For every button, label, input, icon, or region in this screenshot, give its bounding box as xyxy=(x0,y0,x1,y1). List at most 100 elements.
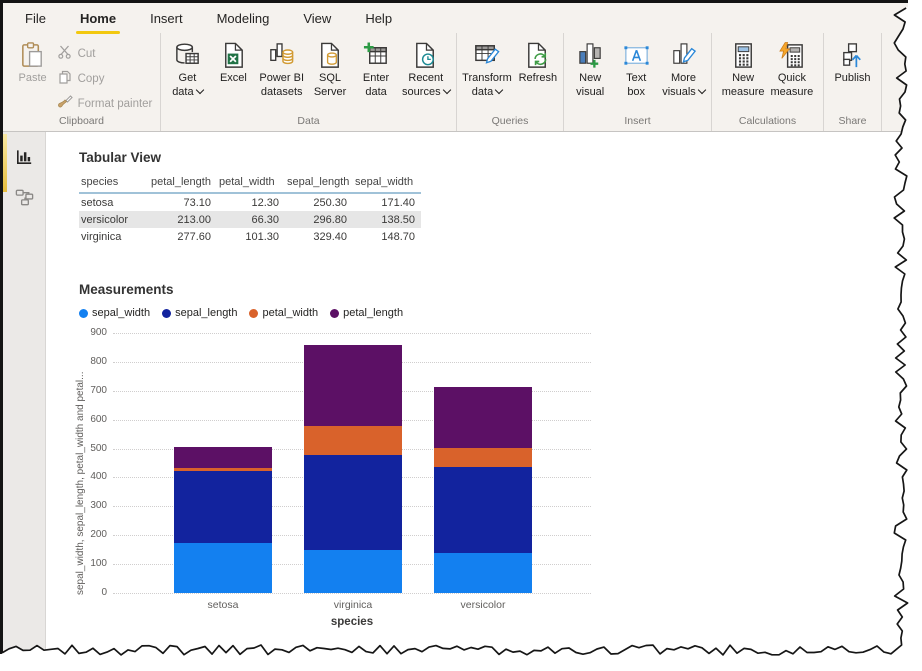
recent-sources-button[interactable]: Recentsources xyxy=(400,38,452,100)
refresh-button[interactable]: Refresh xyxy=(516,38,560,87)
enter-data-label: Enterdata xyxy=(363,72,389,99)
paste-button[interactable]: Paste xyxy=(11,38,55,87)
legend-item-petal_length[interactable]: petal_length xyxy=(330,307,403,319)
cell-value: 329.40 xyxy=(285,228,353,245)
bar-virginica-petal_width[interactable] xyxy=(304,426,402,455)
format-painter-button[interactable]: Format painter xyxy=(57,94,153,113)
y-tick-label: 800 xyxy=(79,356,107,367)
chevron-down-icon xyxy=(442,85,450,93)
table-row-virginica[interactable]: virginica277.60101.30329.40148.70 xyxy=(79,228,421,245)
column-header-sepal_width[interactable]: sepal_width xyxy=(353,173,421,193)
cell-value: 73.10 xyxy=(149,193,217,211)
transform-data-icon xyxy=(473,39,502,72)
table-row-setosa[interactable]: setosa73.1012.30250.30171.40 xyxy=(79,193,421,211)
enter-data-button[interactable]: Enterdata xyxy=(354,38,398,100)
legend-item-sepal_length[interactable]: sepal_length xyxy=(162,307,237,319)
excel-button[interactable]: Excel xyxy=(211,38,255,87)
format-painter-label: Format painter xyxy=(78,98,153,110)
bar-setosa-sepal_width[interactable] xyxy=(174,543,272,593)
menu-tab-view[interactable]: View xyxy=(301,9,333,28)
text-box-button[interactable]: Textbox xyxy=(614,38,658,100)
sidebar-item-model-view[interactable] xyxy=(3,181,45,219)
cell-value: 101.30 xyxy=(217,228,285,245)
app-body: Tabular View speciespetal_lengthpetal_wi… xyxy=(3,132,908,654)
new-visual-button[interactable]: Newvisual xyxy=(568,38,612,100)
recent-sources-icon xyxy=(411,39,440,72)
cell-species: virginica xyxy=(79,228,149,245)
bar-setosa-sepal_length[interactable] xyxy=(174,471,272,543)
menu-tab-insert[interactable]: Insert xyxy=(148,9,185,28)
gridline xyxy=(113,593,591,594)
column-header-petal_width[interactable]: petal_width xyxy=(217,173,285,193)
legend-label: sepal_length xyxy=(175,307,237,319)
chart-visual[interactable]: Measurements sepal_widthsepal_lengthpeta… xyxy=(79,282,639,635)
publish-button[interactable]: Publish xyxy=(831,38,875,87)
bar-setosa-petal_width[interactable] xyxy=(174,468,272,472)
chevron-down-icon xyxy=(195,85,203,93)
y-tick-label: 700 xyxy=(79,385,107,396)
legend-item-petal_width[interactable]: petal_width xyxy=(249,307,318,319)
ribbon-group-share-buttons: Publish xyxy=(827,38,878,113)
bar-versicolor-sepal_length[interactable] xyxy=(434,467,532,553)
menu-bar: File Home Insert Modeling View Help xyxy=(3,3,908,33)
sql-server-button[interactable]: SQLServer xyxy=(308,38,352,100)
column-header-petal_length[interactable]: petal_length xyxy=(149,173,217,193)
power-bi-datasets-button[interactable]: Power BIdatasets xyxy=(257,38,306,100)
text-box-icon xyxy=(622,39,651,72)
bar-versicolor-petal_length[interactable] xyxy=(434,387,532,449)
bar-versicolor-sepal_width[interactable] xyxy=(434,553,532,593)
ribbon-group-share-label: Share xyxy=(827,113,878,130)
legend-item-sepal_width[interactable]: sepal_width xyxy=(79,307,150,319)
view-sidebar xyxy=(3,132,46,654)
bar-versicolor-petal_width[interactable] xyxy=(434,448,532,467)
transform-data-button[interactable]: Transformdata xyxy=(460,38,514,100)
get-data-label: Getdata xyxy=(172,72,202,99)
column-header-species[interactable]: species xyxy=(79,173,149,193)
bar-virginica-sepal_width[interactable] xyxy=(304,550,402,593)
cell-value: 296.80 xyxy=(285,211,353,228)
x-axis-title: species xyxy=(113,616,591,628)
column-header-sepal_length[interactable]: sepal_length xyxy=(285,173,353,193)
cut-icon xyxy=(57,44,73,63)
paste-label: Paste xyxy=(19,72,47,86)
small-button-column: Cut Copy Format painter xyxy=(57,38,153,113)
ribbon-group-calculations-buttons: NewmeasureQuickmeasure xyxy=(715,38,820,113)
menu-tab-modeling[interactable]: Modeling xyxy=(215,9,272,28)
new-measure-button[interactable]: Newmeasure xyxy=(720,38,767,100)
y-tick-label: 400 xyxy=(79,471,107,482)
cell-species: versicolor xyxy=(79,211,149,228)
bar-virginica-sepal_length[interactable] xyxy=(304,455,402,550)
more-visuals-icon xyxy=(669,39,698,72)
table-row-versicolor[interactable]: versicolor213.0066.30296.80138.50 xyxy=(79,211,421,228)
screenshot-page: FileHomeInsertModelingViewHelp PasteCutC… xyxy=(0,0,922,671)
ribbon-group-share: Publish Share xyxy=(824,33,882,131)
copy-button[interactable]: Copy xyxy=(57,69,153,88)
legend-label: petal_width xyxy=(262,307,318,319)
copy-label: Copy xyxy=(78,73,105,85)
bar-virginica-petal_length[interactable] xyxy=(304,345,402,425)
menu-tab-file[interactable]: File xyxy=(23,9,48,28)
quick-measure-label: Quickmeasure xyxy=(771,72,814,99)
more-visuals-button[interactable]: Morevisuals xyxy=(660,38,707,100)
new-measure-icon xyxy=(729,39,758,72)
ribbon-group-insert-label: Insert xyxy=(567,113,708,130)
quick-measure-button[interactable]: Quickmeasure xyxy=(769,38,816,100)
enter-data-icon xyxy=(362,39,391,72)
menu-tab-home[interactable]: Home xyxy=(78,9,118,28)
table-visual[interactable]: Tabular View speciespetal_lengthpetal_wi… xyxy=(79,150,421,245)
cell-value: 213.00 xyxy=(149,211,217,228)
y-tick-label: 100 xyxy=(79,558,107,569)
excel-icon xyxy=(219,39,248,72)
refresh-icon xyxy=(523,39,552,72)
ribbon-group-insert: NewvisualTextboxMorevisuals Insert xyxy=(564,33,712,131)
sidebar-item-report-view[interactable] xyxy=(3,141,45,179)
table-header-row: speciespetal_lengthpetal_widthsepal_leng… xyxy=(79,173,421,193)
menu-tab-help[interactable]: Help xyxy=(363,9,394,28)
active-view-indicator xyxy=(3,134,7,192)
cut-button[interactable]: Cut xyxy=(57,44,153,63)
transform-data-label: Transformdata xyxy=(462,72,512,99)
bar-setosa-petal_length[interactable] xyxy=(174,447,272,468)
get-data-button[interactable]: Getdata xyxy=(165,38,209,100)
y-axis-title: sepal_width, sepal_length, petal_width a… xyxy=(75,333,86,595)
y-tick-label: 300 xyxy=(79,500,107,511)
